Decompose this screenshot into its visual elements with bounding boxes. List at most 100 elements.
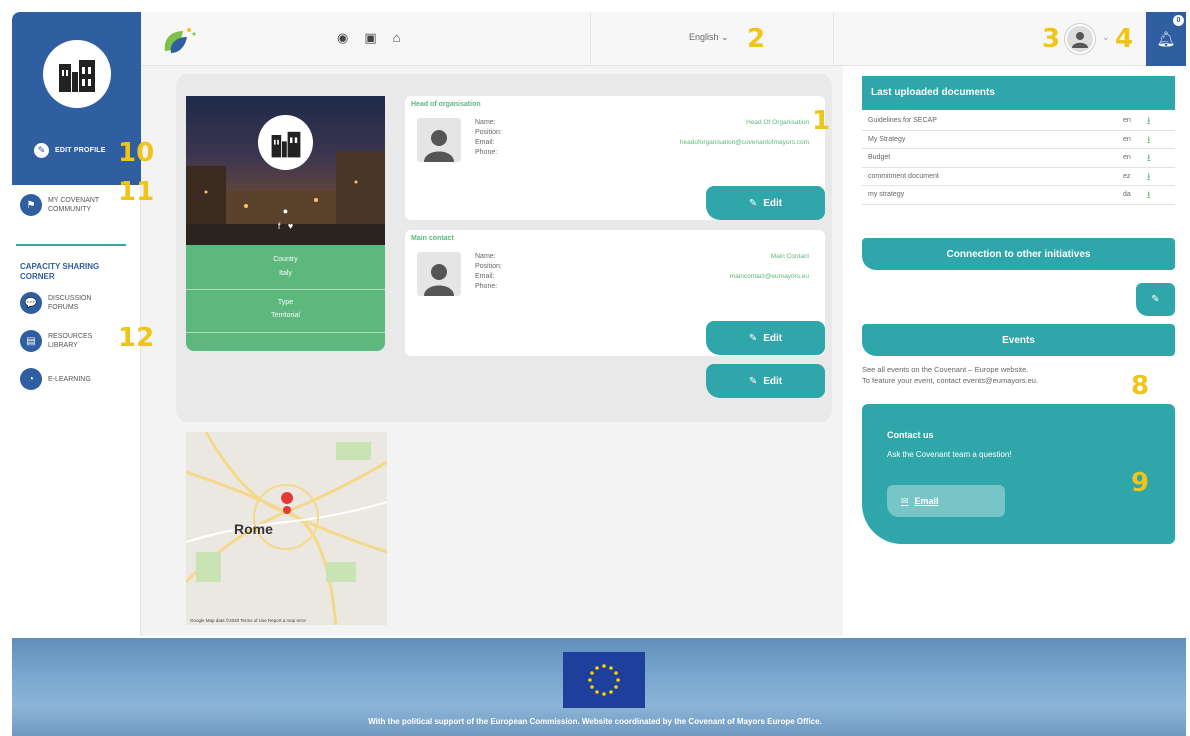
sidebar-item-resources-library[interactable]: ▤ RESOURCES LIBRARY [20, 330, 112, 352]
location-map[interactable]: Rome Google Map data ©2020 Terms of Use … [186, 432, 387, 625]
events-line-2: To feature your event, contact events@eu… [862, 376, 1039, 385]
head-position-value [680, 128, 809, 138]
forum-icon: 💬 [20, 292, 42, 314]
document-row[interactable]: Guidelines for SECAP en ⭳ [862, 112, 1175, 131]
type-label: Type [277, 299, 294, 306]
edit-icon: ✎ [748, 197, 758, 209]
contact-position-value [730, 262, 809, 272]
pencil-icon: ✎ [34, 143, 49, 158]
document-name: my strategy [868, 191, 905, 198]
download-icon[interactable]: ⭳ [1147, 170, 1151, 187]
edit-button[interactable]: ✎ Edit [706, 364, 825, 398]
social-links: f ♥ [186, 221, 385, 231]
covenant-logo[interactable] [161, 25, 197, 57]
sidebar-item-my-covenant-community[interactable]: ⚑ MY COVENANT COMMUNITY [20, 194, 112, 216]
town-hall-icon [59, 60, 95, 92]
user-menu-caret-icon[interactable]: ⌄ [1102, 32, 1110, 43]
top-icons: ◉ ▣ ⌂ [337, 30, 401, 46]
download-icon[interactable]: ⭳ [1147, 188, 1151, 205]
name-label: Name: [475, 253, 496, 260]
head-email-value[interactable]: headoforganisation@covenantofmayors.com [680, 138, 809, 148]
community-icon: ⚑ [20, 194, 42, 216]
contact-avatar-placeholder [417, 252, 461, 296]
language-selector[interactable]: English ⌄ [689, 32, 729, 43]
country-label: Country [273, 256, 298, 263]
annotation-9: 9 [1131, 468, 1150, 498]
location-icon[interactable]: ● [186, 206, 385, 216]
sidebar-item-label: E-LEARNING [48, 375, 91, 383]
chevron-down-icon: ⌄ [721, 32, 729, 42]
documents-list: Guidelines for SECAP en ⭳ My Strategy en ⭳ B… [862, 112, 1175, 205]
annotation-11: 11 [118, 177, 155, 207]
contact-us-subtitle: Ask the Covenant team a question! [887, 450, 1012, 459]
document-lang: da [1123, 191, 1131, 198]
sidebar-item-e-learning[interactable]: ◔ E-LEARNING [20, 368, 91, 390]
edit-main-contact-button[interactable]: ✎ Edit [706, 321, 825, 355]
sidebar-item-discussion-forums[interactable]: 💬 DISCUSSION FORUMS [20, 292, 112, 314]
facebook-icon[interactable]: f [278, 221, 281, 231]
events-text: See all events on the Covenant – Europe … [862, 364, 1038, 386]
edit-profile-button[interactable]: ✎ EDIT PROFILE [34, 143, 106, 158]
document-lang: ez [1123, 172, 1131, 180]
map-roads-image [186, 432, 387, 625]
envelope-icon: ✉ [901, 495, 909, 506]
events-heading: Events [862, 324, 1175, 356]
document-name: Guidelines for SECAP [868, 117, 937, 124]
head-of-organisation-title: Head of organisation [411, 101, 481, 108]
document-lang: en [1123, 154, 1131, 161]
document-name: commitment document [868, 172, 939, 180]
events-line-1: See all events on the Covenant – Europe … [862, 365, 1029, 374]
edit-icon: ✎ [1151, 294, 1160, 305]
name-label: Name: [475, 119, 496, 126]
elearning-icon: ◔ [20, 368, 42, 390]
contact-email-value[interactable]: maincontact@eumayors.eu [730, 272, 809, 282]
twitter-icon[interactable]: ♥ [288, 221, 293, 231]
phone-label: Phone: [475, 283, 498, 290]
map-city-label: Rome [234, 521, 273, 537]
topbar-divider [590, 12, 591, 66]
connection-to-other-initiatives-heading: Connection to other initiatives [862, 238, 1175, 270]
document-row[interactable]: Budget en ⭳ [862, 149, 1175, 168]
id-card-icon[interactable]: ▣ [364, 30, 376, 46]
download-icon[interactable]: ⭳ [1147, 133, 1151, 150]
phone-label: Phone: [475, 149, 498, 156]
email-button[interactable]: ✉ Email [887, 485, 1005, 517]
edit-icon: ✎ [748, 375, 758, 387]
email-label: Email: [475, 273, 495, 280]
edit-head-button[interactable]: ✎ Edit [706, 186, 825, 220]
map-attribution[interactable]: Google Map data ©2020 Terms of Use Repor… [190, 618, 306, 623]
head-avatar-placeholder [417, 118, 461, 162]
language-value: English [689, 32, 719, 42]
annotation-12: 12 [118, 323, 155, 353]
document-lang: en [1123, 117, 1131, 124]
document-row[interactable]: My Strategy en ⭳ [862, 131, 1175, 150]
edit-label: Edit [763, 332, 783, 344]
annotation-3: 3 [1042, 24, 1061, 54]
capacity-sharing-corner-heading: CAPACITY SHARING CORNER [20, 262, 100, 281]
card-divider [186, 332, 385, 333]
annotation-1: 1 [812, 106, 831, 136]
download-icon[interactable]: ⭳ [1147, 151, 1151, 168]
last-uploaded-documents-heading: Last uploaded documents [862, 76, 1175, 110]
person-icon [424, 130, 454, 162]
globe-icon[interactable]: ◉ [337, 30, 348, 46]
user-icon [1072, 32, 1088, 48]
document-row[interactable]: commitment document ez ⭳ [862, 168, 1175, 187]
position-label: Position: [475, 263, 502, 270]
footer-text: With the political support of the Europe… [368, 717, 822, 726]
download-icon[interactable]: ⭳ [1147, 114, 1151, 131]
edit-label: Edit [763, 197, 783, 209]
eu-flag [563, 652, 645, 708]
document-row[interactable]: my strategy da ⭳ [862, 186, 1175, 205]
organisation-card: ● f ♥ Country Italy Type Territorial [186, 96, 385, 351]
main-contact-title: Main contact [411, 235, 454, 242]
edit-profile-label: EDIT PROFILE [55, 147, 106, 154]
edit-label: Edit [763, 375, 783, 387]
home-icon[interactable]: ⌂ [393, 30, 401, 46]
bell-icon: 🔔︎ [1156, 31, 1176, 48]
user-avatar[interactable] [1065, 24, 1095, 54]
organisation-card-logo [258, 115, 313, 170]
edit-connections-button[interactable]: ✎ [1136, 283, 1175, 316]
eu-stars-icon [588, 664, 620, 696]
card-divider [186, 289, 385, 290]
